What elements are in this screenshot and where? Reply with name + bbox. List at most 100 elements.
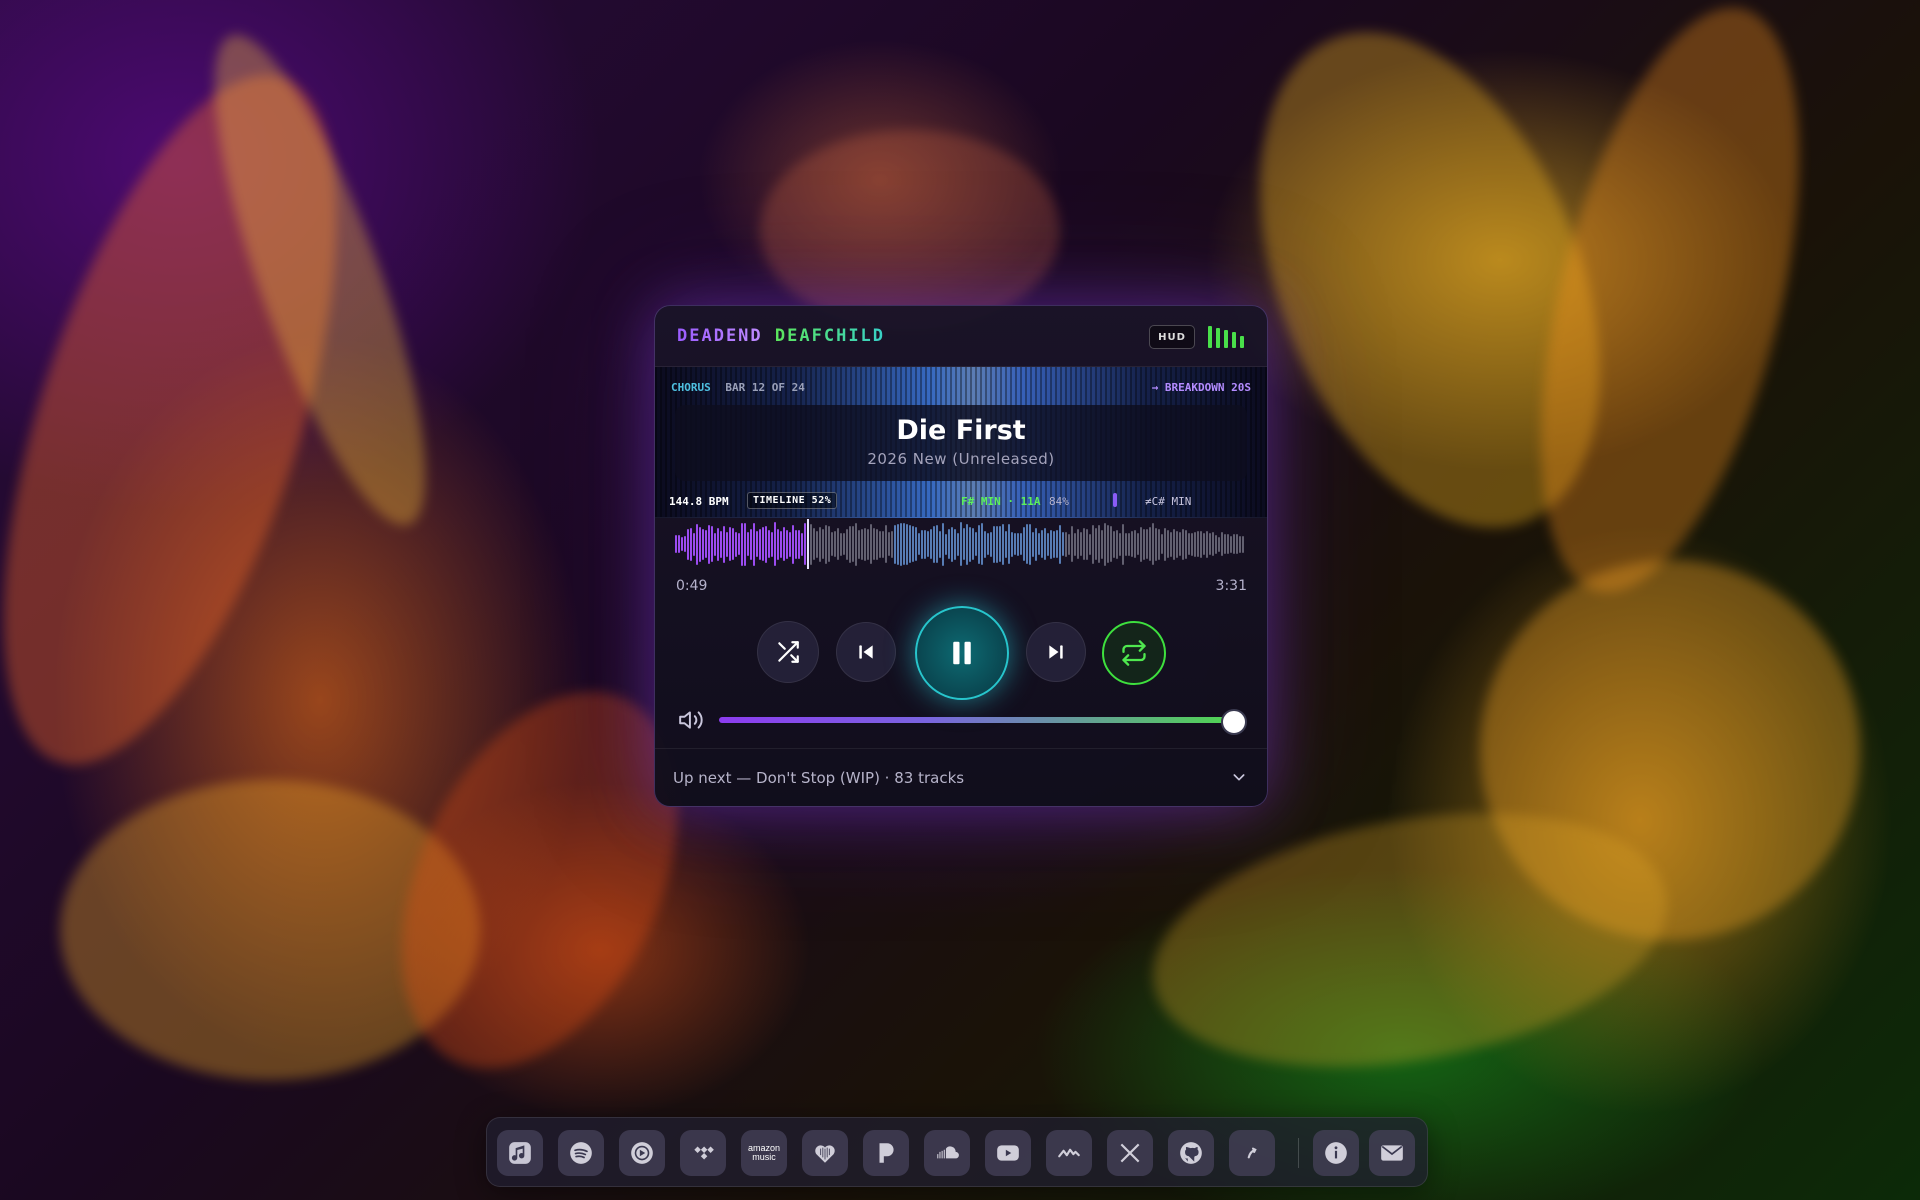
- waveform-bar: [918, 533, 920, 555]
- linktree-link[interactable]: [1229, 1130, 1275, 1176]
- skip-forward-icon: [1049, 645, 1063, 659]
- waveform-bar: [735, 531, 737, 557]
- waveform-bar: [714, 532, 716, 556]
- chevron-down-icon[interactable]: [1231, 769, 1247, 785]
- waveform-bar: [801, 532, 803, 556]
- waveform-bar: [1080, 532, 1082, 556]
- previous-track-button[interactable]: [836, 622, 896, 682]
- compatible-key: ≠C# MIN: [1145, 495, 1192, 508]
- waveform-bar: [1044, 528, 1046, 560]
- waveform-bar: [1104, 522, 1106, 566]
- waveform-bar: [1110, 526, 1112, 562]
- waveform-bar: [750, 528, 752, 560]
- waveform-bar: [1170, 531, 1172, 557]
- tidal-link[interactable]: [680, 1130, 726, 1176]
- waveform-bar: [708, 524, 710, 564]
- waveform-bar: [729, 527, 731, 561]
- info-link[interactable]: [1313, 1130, 1359, 1176]
- waveform-bar: [687, 528, 689, 560]
- waveform-bar: [690, 527, 692, 561]
- audiomack-link[interactable]: [1046, 1130, 1092, 1176]
- waveform-bar: [771, 531, 773, 557]
- waveform-bar: [975, 532, 977, 556]
- waveform-bar: [1233, 534, 1235, 554]
- waveform-bar: [711, 526, 713, 562]
- waveform-bar: [1167, 530, 1169, 558]
- volume-slider-handle[interactable]: [1221, 709, 1247, 735]
- track-info: Die First 2026 New (Unreleased): [675, 405, 1247, 481]
- shuffle-icon: [778, 641, 799, 663]
- tidal-icon: [694, 1146, 714, 1160]
- playhead[interactable]: [807, 519, 809, 569]
- key-confidence: 84%: [1049, 495, 1069, 508]
- hud-toggle-button[interactable]: HUD: [1149, 325, 1195, 349]
- waveform-seekbar[interactable]: [675, 521, 1244, 567]
- waveform-bar: [1179, 532, 1181, 556]
- waveform-bar: [906, 523, 908, 565]
- deezer-link[interactable]: [802, 1130, 848, 1176]
- github-link[interactable]: [1168, 1130, 1214, 1176]
- shuffle-button[interactable]: [757, 621, 819, 683]
- amazon-music-icon: amazon music: [748, 1144, 780, 1162]
- play-pause-button[interactable]: [915, 606, 1009, 700]
- waveform-bar: [780, 530, 782, 558]
- up-next-bar[interactable]: Up next — Don't Stop (WIP) · 83 tracks: [655, 748, 1267, 806]
- artist-brand: DEADEND DEAFCHILD: [677, 326, 885, 346]
- mail-link[interactable]: [1369, 1130, 1415, 1176]
- waveform-bar: [1116, 529, 1118, 559]
- waveform-bar: [795, 529, 797, 559]
- waveform-bar: [1152, 523, 1154, 565]
- waveform-bar: [1038, 533, 1040, 555]
- speaker-icon: [679, 711, 703, 729]
- waveform-bar: [882, 530, 884, 558]
- volume-button[interactable]: [677, 707, 707, 733]
- apple-music-link[interactable]: [497, 1130, 543, 1176]
- waveform-bar: [864, 527, 866, 561]
- key-marker: [1113, 493, 1117, 507]
- pandora-link[interactable]: [863, 1130, 909, 1176]
- waveform-bar: [1224, 534, 1226, 554]
- waveform-bar: [921, 529, 923, 559]
- waveform-bar: [876, 528, 878, 560]
- waveform-bar: [978, 524, 980, 564]
- waveform-bar: [951, 526, 953, 562]
- waveform-bar: [957, 532, 959, 556]
- waveform-bar: [1089, 533, 1091, 555]
- visualizer-panel: CHORUS BAR 12 OF 24 → BREAKDOWN 20S Die …: [655, 367, 1267, 518]
- waveform-bar: [927, 531, 929, 557]
- amazon-line-2: music: [752, 1152, 776, 1162]
- waveform-bar: [1188, 533, 1190, 555]
- equalizer-icon[interactable]: [1208, 326, 1246, 348]
- waveform-bar: [810, 523, 812, 565]
- waveform-bar: [705, 530, 707, 558]
- waveform-bar: [855, 522, 857, 566]
- spotify-link[interactable]: [558, 1130, 604, 1176]
- waveform-bar: [1101, 529, 1103, 559]
- waveform-bar: [1209, 533, 1211, 555]
- waveform-bar: [1215, 534, 1217, 554]
- x-link[interactable]: [1107, 1130, 1153, 1176]
- amazon-music-link[interactable]: amazon music: [741, 1130, 787, 1176]
- repeat-icon: [1122, 640, 1146, 666]
- waveform-bar: [819, 526, 821, 562]
- link-dock: amazon music: [486, 1117, 1428, 1187]
- waveform-bar: [891, 530, 893, 558]
- waveform-bar: [960, 522, 962, 566]
- waveform-bar: [813, 528, 815, 560]
- waveform-bar: [1155, 527, 1157, 561]
- waveform-bar: [966, 523, 968, 565]
- waveform-bar: [702, 528, 704, 560]
- waveform-bar: [870, 524, 872, 564]
- repeat-button[interactable]: [1102, 621, 1166, 685]
- next-track-button[interactable]: [1026, 622, 1086, 682]
- key-readout: F# MIN · 11A: [961, 495, 1041, 508]
- youtube-link[interactable]: [985, 1130, 1031, 1176]
- youtube-music-link[interactable]: [619, 1130, 665, 1176]
- waveform-bar: [768, 530, 770, 558]
- waveform-bar: [996, 525, 998, 563]
- soundcloud-link[interactable]: [924, 1130, 970, 1176]
- waveform-bar: [873, 528, 875, 560]
- waveform-bar: [804, 523, 806, 565]
- volume-slider[interactable]: [719, 717, 1237, 723]
- next-section: → BREAKDOWN 20S: [1151, 381, 1251, 394]
